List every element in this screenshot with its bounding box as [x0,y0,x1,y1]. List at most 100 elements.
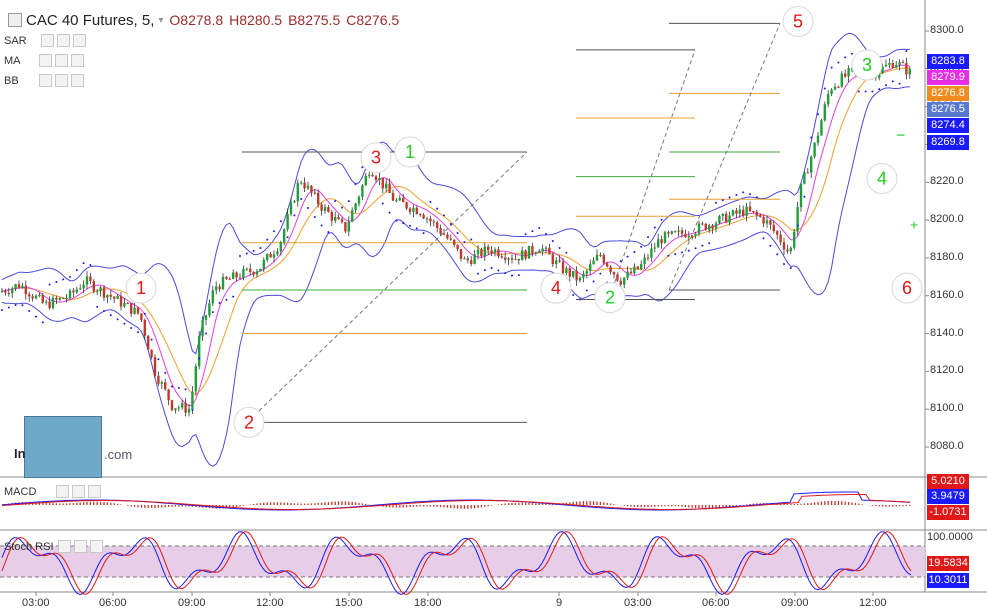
gear-icon[interactable] [54,74,68,87]
candle-body [425,218,429,220]
candle-body [419,214,422,216]
sar-dot [545,232,547,235]
chart-header: CAC 40 Futures, 5, ▾ O8278.8 H8280.5 B82… [4,10,399,30]
indicator-sar[interactable]: SAR [4,34,86,47]
candle-body [334,217,337,221]
candle-body [225,276,228,279]
close-icon[interactable] [72,34,86,47]
close-icon[interactable] [70,54,84,67]
sar-dot [82,262,85,265]
indicator-label: SAR [4,34,27,47]
sar-dot [218,302,221,305]
candle-body [629,271,633,274]
candle-body [609,266,612,272]
candle-body [320,204,323,211]
x-tick-label: 18:00 [414,597,442,609]
sar-dot [137,331,139,334]
candle-body [589,264,592,271]
gear-icon[interactable] [72,485,86,498]
sar-dot [436,207,439,210]
eye-icon[interactable] [38,54,52,67]
candle-body [827,94,830,105]
sar-dot [742,191,745,194]
candle-body [813,142,816,157]
candle-body [565,268,568,274]
indicator-stoch-rsi[interactable]: Stoch RSI [4,540,103,553]
sar-dot [320,224,323,227]
gear-icon[interactable] [56,34,70,47]
candle-body [41,295,44,303]
sub-panes [1,491,912,596]
sar-dot [130,326,133,329]
candle-body [357,196,361,204]
sar-dot [456,231,459,234]
candle-body [674,231,677,233]
sar-dot [885,84,887,87]
candle-body [184,402,187,413]
close-icon[interactable] [88,485,102,498]
close-icon[interactable] [89,540,103,553]
indicator-macd[interactable]: MACD [4,485,102,498]
sar-dot [157,358,160,361]
gear-icon[interactable] [73,540,87,553]
candle-body [354,203,357,211]
indicator-ma[interactable]: MA [4,54,84,67]
candle-body [143,320,146,336]
candle-body [442,233,446,235]
eye-icon[interactable] [57,540,71,553]
x-tick-label: 06:00 [702,597,730,609]
candle-body [575,270,578,281]
candle-body [201,319,204,337]
candle-body [89,276,92,282]
macd-tag: -1.0731 [927,505,969,520]
sar-dot [381,202,384,205]
sar-dot [796,224,799,227]
collapse-icon[interactable] [8,13,22,27]
sar-dot [259,246,262,249]
sar-dot [143,312,146,315]
eye-icon[interactable] [40,34,54,47]
candle-body [79,288,82,290]
candle-body [572,270,575,277]
watermark-text: In [14,446,26,461]
sar-dot [211,311,214,314]
wave-label: 2 [605,288,615,308]
candle-body [204,315,208,320]
candle-body [670,231,673,234]
indicator-label: MA [4,54,21,67]
candle-body [895,64,898,68]
sar-dot [817,113,819,116]
sar-dot [592,280,595,283]
candle-body [483,246,486,257]
sar-dot [783,262,785,265]
chevron-down-icon[interactable]: ▾ [158,15,163,26]
close-icon[interactable] [70,74,84,87]
eye-icon[interactable] [56,485,70,498]
chart-canvas[interactable]: 1 2 3 1 4 2 5 3 4 6 − + [0,0,987,614]
candle-body [606,263,609,267]
candle-body [181,402,184,408]
gear-icon[interactable] [54,54,68,67]
candle-body [731,210,735,216]
candle-body [296,183,299,202]
candle-body [259,268,262,272]
indicator-bb[interactable]: BB [4,74,84,87]
candle-body [643,257,646,265]
x-tick-label: 09:00 [781,597,809,609]
sar-dot [347,200,350,203]
macd-tag: 5.0210 [927,474,969,489]
eye-icon[interactable] [38,74,52,87]
candle-body [126,302,129,304]
wave-label: 2 [244,412,254,432]
sar-dot [585,289,588,292]
candle-body [646,257,650,259]
trend-lines [248,23,781,421]
sar-dot [837,61,840,64]
sar-dot [701,244,704,247]
symbol-title[interactable]: CAC 40 Futures, 5, [26,12,154,29]
minus-marker: − [896,128,905,145]
candle-body [262,259,265,269]
candle-body [714,223,718,229]
sar-dot [245,252,248,255]
sar-dot [667,254,670,257]
